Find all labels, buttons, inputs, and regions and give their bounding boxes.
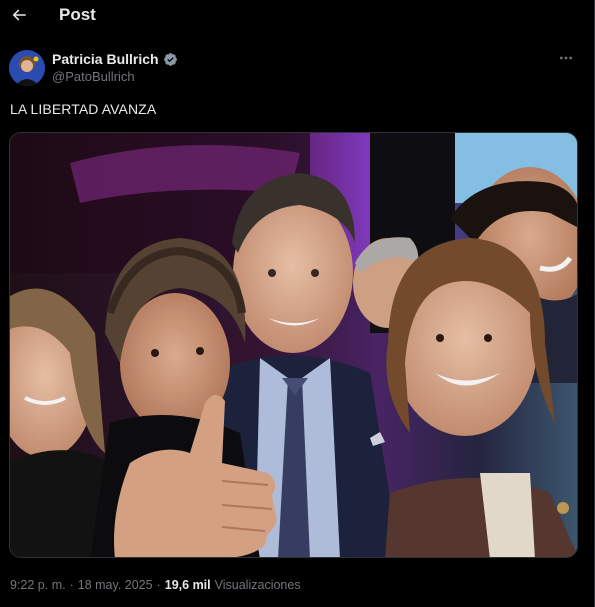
- views-count: 19,6 mil: [164, 578, 211, 592]
- post-date[interactable]: 18 may. 2025: [78, 578, 153, 592]
- group-selfie-image: [10, 133, 577, 557]
- post-page: Post Patricia Bullrich @PatoBullrich LA …: [0, 0, 595, 607]
- post-text: LA LIBERTAD AVANZA: [10, 101, 157, 117]
- views-label: Visualizaciones: [214, 578, 301, 592]
- author-name[interactable]: Patricia Bullrich: [52, 51, 159, 67]
- avatar[interactable]: [9, 50, 45, 86]
- post-meta: 9:22 p. m. · 18 may. 2025 · 19,6 mil Vis…: [10, 578, 301, 592]
- arrow-left-icon: [12, 9, 26, 21]
- post-photo[interactable]: [9, 132, 578, 558]
- verified-badge-icon: [163, 52, 177, 66]
- more-horizontal-icon: [560, 56, 572, 60]
- more-options-button[interactable]: [556, 50, 576, 66]
- post-header: Post: [0, 0, 594, 32]
- author-name-row: Patricia Bullrich: [52, 51, 178, 67]
- meta-separator: ·: [69, 578, 74, 592]
- author-handle[interactable]: @PatoBullrich: [52, 69, 135, 84]
- meta-separator: ·: [156, 578, 161, 592]
- back-button[interactable]: [8, 4, 30, 26]
- page-title: Post: [59, 5, 96, 24]
- post-time[interactable]: 9:22 p. m.: [10, 578, 66, 592]
